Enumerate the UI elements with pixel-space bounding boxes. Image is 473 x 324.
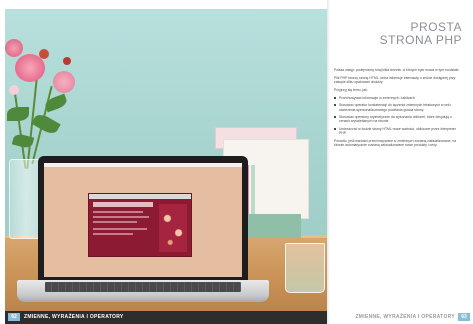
list-item: Stosować operatory arytmetyczne do wykon… [334,115,462,124]
right-page-number: 63 [458,313,470,321]
intro-paragraph: Polska wstęp: podejmiemy tutaj kilka tec… [334,68,460,72]
page-title: PROSTA STRONA PHP [340,21,462,47]
left-footer-label: ZMIENNE, WYRAŻENIA I OPERATORY [24,314,124,320]
description-paragraph: Plik PHP tworzy stronę HTML, która infor… [334,75,456,85]
left-page-number: 62 [8,313,20,321]
list-item: Przechowywać informacje w zmiennych i ta… [334,96,462,100]
laptop-display [44,163,242,277]
laptop-desk-photo [5,9,327,314]
text-line [93,221,137,223]
floral-artwork [159,204,187,252]
pink-rose [5,39,23,57]
pale-bloom [9,85,19,95]
lead-in-paragraph: Przyjrzyj się temu, jak: [334,88,368,92]
drinking-glass [285,243,325,293]
title-line-2: STRONA PHP [379,33,462,47]
body-text: Polska wstęp: podejmiemy tutaj kilka tec… [334,68,462,151]
page-header-bar [93,202,153,207]
book-gutter [327,0,330,324]
browser-window [88,193,192,257]
right-page-footer: ZMIENNE, WYRAŻENIA I OPERATORY 63 [327,311,473,324]
browser-chrome [89,194,191,199]
closing-paragraph: Ponadto, jeśli wartości przechowywane w … [334,139,457,148]
technique-list: Przechowywać informacje w zmiennych i ta… [334,96,462,136]
menu-bar [44,163,242,167]
text-line [93,228,147,230]
left-page-footer: 62 ZMIENNE, WYRAŻENIA I OPERATORY [5,311,327,324]
right-footer-label: ZMIENNE, WYRAŻENIA I OPERATORY [355,314,455,320]
text-line [93,216,149,218]
laptop-screen [38,156,248,280]
red-berry [39,49,49,59]
text-line [93,233,133,235]
list-item: Umieszczać w kodzie strony HTML nowe war… [334,127,462,136]
pink-rose [53,71,75,93]
red-berry [63,57,71,65]
list-item: Stosować operator konkatenacji do łączen… [334,103,462,112]
leaf [7,107,29,121]
text-line [93,211,143,213]
card-stripe [251,165,255,215]
laptop-keyboard [45,282,241,292]
book-spread: 62 ZMIENNE, WYRAŻENIA I OPERATORY ZMIENN… [0,0,473,324]
